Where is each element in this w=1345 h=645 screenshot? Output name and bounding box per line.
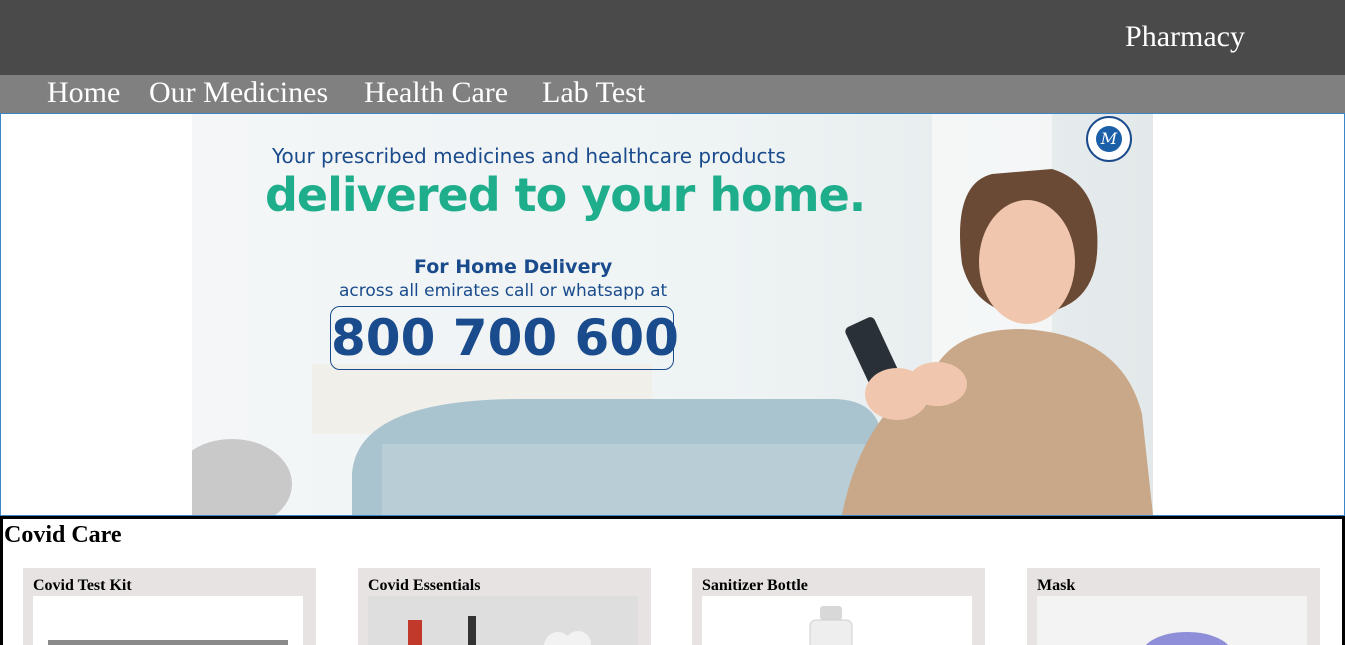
logo-m-icon: M [1096,126,1122,152]
healthcare-logo-badge: M [1086,116,1132,162]
banner-headline: delivered to your home. [265,168,866,222]
product-image [368,596,638,645]
phone-number: 800 700 600 [331,309,679,367]
product-image [1037,596,1307,645]
covid-care-section: Covid Care Covid Test Kit Covid Essentia… [0,516,1345,645]
nav-home[interactable]: Home [47,76,120,110]
brand-title[interactable]: Pharmacy [1125,20,1245,54]
phone-number-box[interactable]: 800 700 600 [330,306,679,370]
top-header: Pharmacy [0,0,1345,75]
nav-our-medicines[interactable]: Our Medicines [149,76,328,110]
card-title: Covid Essentials [368,577,481,594]
card-title: Mask [1037,577,1076,594]
section-title: Covid Care [4,522,122,548]
product-card-covid-essentials[interactable]: Covid Essentials [358,568,651,645]
home-delivery-label: For Home Delivery [414,256,613,278]
card-title: Sanitizer Bottle [702,577,808,594]
home-delivery-banner[interactable]: Your prescribed medicines and healthcare… [192,114,1153,515]
product-image [702,596,972,645]
delivery-description: across all emirates call or whatsapp at [339,281,668,301]
nav-health-care[interactable]: Health Care [364,76,508,110]
product-card-mask[interactable]: Mask [1027,568,1320,645]
banner-frame: Your prescribed medicines and healthcare… [0,113,1345,516]
card-title: Covid Test Kit [33,577,132,594]
product-image [33,596,303,645]
banner-subtitle: Your prescribed medicines and healthcare… [272,144,786,168]
nav-lab-test[interactable]: Lab Test [542,76,645,110]
product-card-covid-test-kit[interactable]: Covid Test Kit [23,568,316,645]
product-card-sanitizer-bottle[interactable]: Sanitizer Bottle [692,568,985,645]
main-nav: Home Our Medicines Health Care Lab Test [0,75,1345,113]
